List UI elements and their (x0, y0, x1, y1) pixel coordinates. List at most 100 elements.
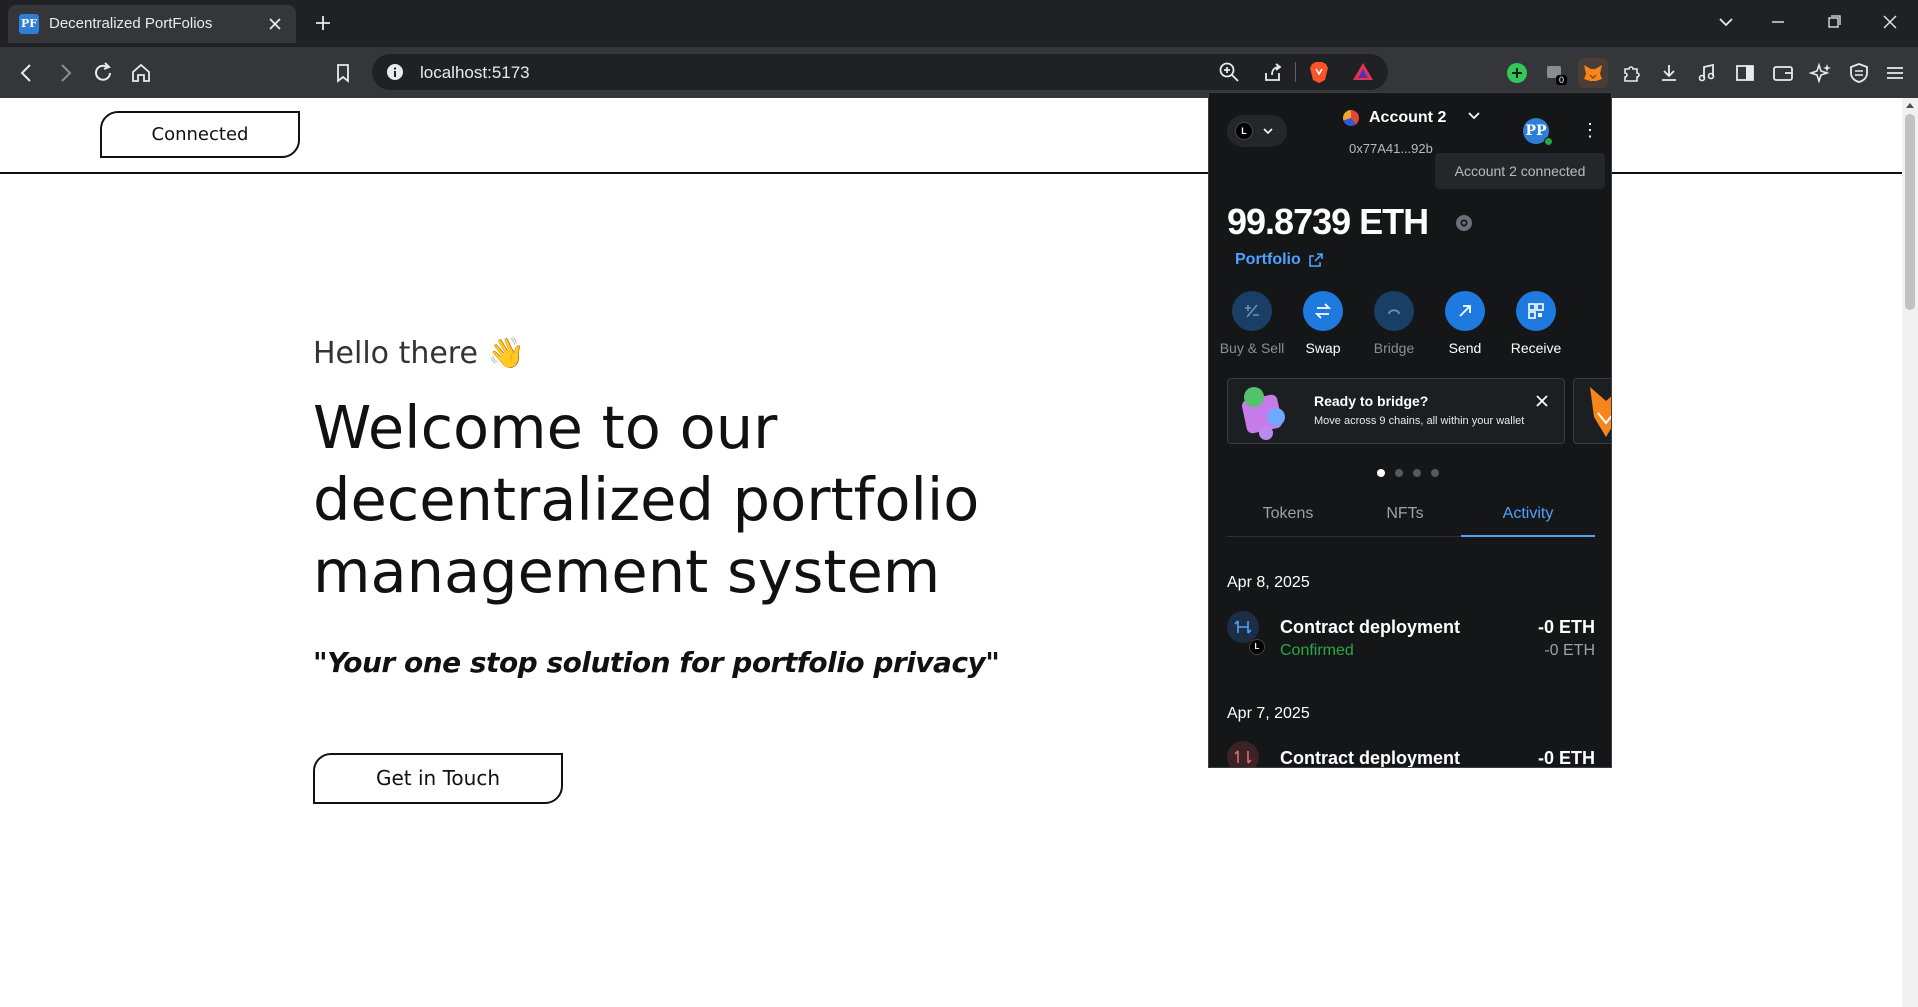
zoom-icon[interactable] (1218, 61, 1240, 83)
site-info-icon[interactable] (386, 63, 404, 81)
external-link-icon[interactable] (1307, 251, 1325, 269)
bridge-button[interactable]: Bridge (1359, 291, 1429, 361)
hello-text: Hello there 👋 (313, 336, 525, 371)
action-label: Swap (1305, 340, 1341, 356)
bridge-promo-banner[interactable]: Ready to bridge? Move across 9 chains, a… (1227, 378, 1565, 444)
carousel-dot[interactable] (1431, 469, 1439, 477)
bridge-icon (1374, 291, 1414, 331)
receive-button[interactable]: Receive (1501, 291, 1571, 361)
action-label: Receive (1510, 340, 1562, 356)
page-scrollbar[interactable] (1902, 98, 1918, 1007)
menu-icon[interactable] (1880, 58, 1910, 88)
reload-icon[interactable] (88, 58, 118, 88)
brave-shields-icon[interactable] (1308, 60, 1330, 84)
banner-title: Ready to bridge? (1314, 393, 1429, 409)
wallet-tabs: Tokens NFTs Activity (1227, 495, 1595, 537)
action-label: Send (1448, 340, 1482, 356)
action-label: Bridge (1373, 340, 1415, 356)
divider (1295, 62, 1296, 82)
minimize-icon[interactable] (1762, 8, 1794, 36)
forward-icon[interactable] (50, 58, 80, 88)
account-avatar (1343, 110, 1359, 126)
bookmark-icon[interactable] (328, 58, 358, 88)
restore-icon[interactable] (1818, 8, 1850, 36)
tab-tokens[interactable]: Tokens (1227, 495, 1349, 537)
tagline: "Your one stop solution for portfolio pr… (313, 646, 1000, 679)
browser-toolbar: localhost:5173 0 (0, 47, 1918, 98)
connected-button[interactable]: Connected (100, 111, 300, 158)
more-options-icon[interactable]: ⋮ (1581, 119, 1599, 141)
navbar-divider (0, 172, 1902, 174)
leo-ai-icon[interactable] (1806, 58, 1836, 88)
network-badge: L (1235, 122, 1253, 140)
connection-tooltip: Account 2 connected (1435, 153, 1605, 189)
sidebar-icon[interactable] (1730, 58, 1760, 88)
network-selector[interactable]: L (1227, 115, 1287, 147)
new-tab-icon[interactable] (310, 10, 336, 36)
vpn-shield-icon[interactable] (1844, 58, 1874, 88)
carousel-dot[interactable] (1413, 469, 1421, 477)
action-label: Buy & Sell (1219, 340, 1285, 356)
send-button[interactable]: Send (1430, 291, 1500, 361)
account-name[interactable]: Account 2 (1369, 109, 1446, 127)
url-text: localhost:5173 (420, 63, 530, 82)
carousel-dot[interactable] (1395, 469, 1403, 477)
tx-title[interactable]: Contract deployment (1280, 748, 1460, 767)
scroll-up-icon[interactable] (1906, 102, 1914, 110)
tab-nfts[interactable]: NFTs (1349, 495, 1461, 537)
get-in-touch-button[interactable]: Get in Touch (313, 753, 563, 804)
download-icon[interactable] (1654, 58, 1684, 88)
tab-favicon-icon: PF (19, 14, 39, 34)
carousel-dot[interactable] (1377, 469, 1385, 477)
address-bar[interactable]: localhost:5173 (372, 54, 1388, 90)
metamask-fox-icon[interactable] (1578, 58, 1608, 88)
balance: 99.8739 ETH (1227, 201, 1429, 242)
tx-amount-secondary: -0 ETH (1544, 642, 1595, 659)
close-icon[interactable] (262, 11, 288, 37)
eye-icon[interactable] (1455, 214, 1473, 232)
plus-minus-icon (1232, 291, 1272, 331)
tx-amount: -0 ETH (1537, 617, 1595, 637)
banner-subtitle: Move across 9 chains, all within your wa… (1314, 415, 1525, 427)
tab-search-icon[interactable] (1710, 8, 1742, 36)
portfolio-link[interactable]: Portfolio (1235, 251, 1301, 269)
tab-activity[interactable]: Activity (1461, 495, 1595, 537)
share-icon[interactable] (1262, 61, 1284, 83)
bridge-illustration-icon (1241, 387, 1285, 440)
connected-status-dot (1544, 137, 1553, 146)
next-promo-banner[interactable] (1573, 378, 1611, 444)
chevron-down-icon (1263, 128, 1273, 135)
close-icon[interactable] (1534, 393, 1550, 409)
tx-status: Confirmed (1280, 642, 1354, 659)
carousel-dots (1377, 464, 1449, 482)
contract-icon (1227, 741, 1259, 767)
scroll-thumb[interactable] (1905, 114, 1915, 310)
send-arrow-icon (1445, 291, 1485, 331)
close-window-icon[interactable] (1874, 8, 1906, 36)
chevron-down-icon[interactable] (1465, 107, 1483, 125)
add-extension-icon[interactable] (1502, 58, 1532, 88)
browser-tab[interactable]: PF Decentralized PortFolios (8, 5, 296, 43)
media-music-icon[interactable] (1692, 58, 1722, 88)
tab-title: Decentralized PortFolios (49, 15, 213, 32)
brave-rewards-icon[interactable] (1352, 61, 1374, 83)
swap-icon (1303, 291, 1343, 331)
browser-tab-bar: PF Decentralized PortFolios (0, 0, 1918, 47)
swap-button[interactable]: Swap (1288, 291, 1358, 361)
tx-amount: -0 ETH (1537, 748, 1595, 768)
back-icon[interactable] (12, 58, 42, 88)
account-address[interactable]: 0x77A41...92b (1349, 141, 1433, 156)
page-content: Connected Hello there 👋 Welcome to our d… (0, 98, 1902, 1007)
wallet-popup: L Account 2 0x77A41...92b PP ⋮ Account 2… (1208, 92, 1612, 768)
tx-title[interactable]: Contract deployment (1280, 617, 1460, 638)
network-badge: L (1249, 639, 1265, 655)
extension-counter-icon[interactable]: 0 (1540, 58, 1570, 88)
page-title: Welcome to our decentralized portfolio m… (313, 393, 980, 606)
fox-illustration-icon (1590, 387, 1611, 437)
contract-icon (1227, 611, 1259, 643)
extensions-puzzle-icon[interactable] (1616, 58, 1646, 88)
home-icon[interactable] (126, 58, 156, 88)
buy-sell-button[interactable]: Buy & Sell (1217, 291, 1287, 361)
wallet-icon[interactable] (1768, 58, 1798, 88)
activity-date: Apr 8, 2025 (1227, 574, 1310, 591)
